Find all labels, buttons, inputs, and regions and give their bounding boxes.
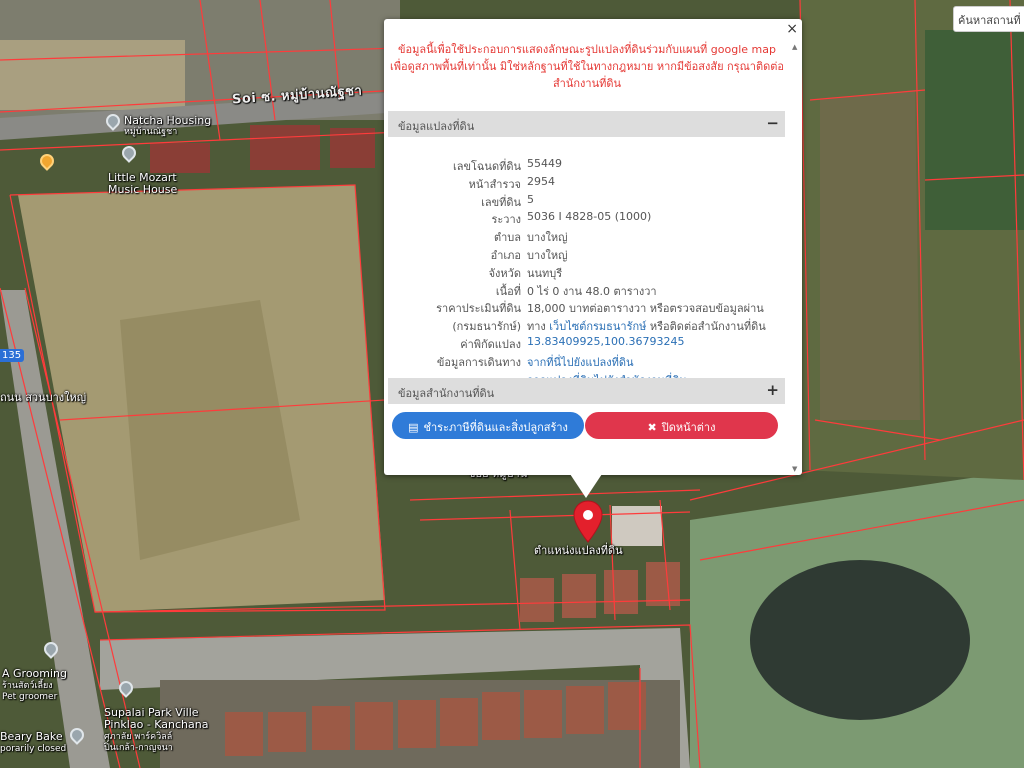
place-sublabel-grooming-2: Pet groomer xyxy=(2,692,58,702)
close-window-label: ปิดหน้าต่าง xyxy=(661,421,716,434)
info-value: จากที่นี่ไปยังแปลงที่ดิน xyxy=(527,353,633,371)
place-label-mozart-2: Music House xyxy=(108,183,178,196)
scroll-up-icon[interactable]: ▲ xyxy=(792,43,797,51)
section-land-office-header[interactable]: ข้อมูลสำนักงานที่ดิน + xyxy=(388,378,785,404)
disclaimer-notice: ข้อมูลนี้เพื่อใช้ประกอบการแสดงลักษณะรูปแ… xyxy=(389,43,785,90)
info-row: ค่าพิกัดแปลง 13.83409925,100.36793245 xyxy=(388,335,785,353)
info-key: จังหวัด xyxy=(488,266,521,280)
collapse-icon[interactable]: − xyxy=(766,114,779,132)
close-window-button[interactable]: ✖ ปิดหน้าต่าง xyxy=(585,412,778,439)
info-link[interactable]: 13.83409925,100.36793245 xyxy=(527,335,684,348)
info-row: จังหวัด นนทบุรี xyxy=(388,264,785,282)
info-row: เลขที่ดิน 5 xyxy=(388,193,785,211)
info-value: 0 ไร่ 0 งาน 48.0 ตารางวา xyxy=(527,284,657,298)
info-row: ข้อมูลการเดินทาง จากที่นี่ไปยังแปลงที่ดิน xyxy=(388,353,785,371)
info-key: ระวาง xyxy=(491,213,521,227)
section-title: ข้อมูลแปลงที่ดิน xyxy=(398,120,475,133)
place-label-supalai-2: Pinklao - Kanchana xyxy=(104,718,209,731)
road-label-left: ถนน สวนบางใหญ่ xyxy=(0,391,87,404)
info-row: เนื้อที่ 0 ไร่ 0 งาน 48.0 ตารางวา xyxy=(388,282,785,300)
land-info-popup: × ▲ ▼ ข้อมูลนี้เพื่อใช้ประกอบการแสดงลักษ… xyxy=(384,19,802,475)
scroll-down-icon[interactable]: ▼ xyxy=(792,465,797,473)
popup-scrollbar[interactable]: ▲ ▼ xyxy=(792,43,800,473)
info-row: อำเภอ บางใหญ่ xyxy=(388,246,785,264)
route-number-badge: 135 xyxy=(0,349,25,362)
info-key: ค่าพิกัดแปลง xyxy=(460,338,521,351)
info-key: อำเภอ xyxy=(490,249,521,262)
info-value-prefix: ทาง xyxy=(527,320,550,334)
info-value: 5036 I 4828-05 (1000) xyxy=(527,210,652,224)
info-row: เลขโฉนดที่ดิน 55449 xyxy=(388,157,785,175)
close-icon[interactable]: × xyxy=(786,21,798,37)
expand-icon[interactable]: + xyxy=(766,381,779,399)
info-value: 18,000 บาทต่อตารางวา หรือตรวจสอบข้อมูลผ่… xyxy=(527,302,764,316)
info-row: หน้าสำรวจ 2954 xyxy=(388,175,785,193)
info-value: 2954 xyxy=(527,174,555,188)
info-key: เลขที่ดิน xyxy=(481,195,521,209)
pay-land-tax-button[interactable]: ▤ ชำระภาษีที่ดินและสิ่งปลูกสร้าง xyxy=(392,412,584,439)
place-sublabel-supalai-2: ปิ่นเกล้า-กาญจนา xyxy=(104,743,173,753)
info-row: ราคาประเมินที่ดิน 18,000 บาทต่อตารางวา หร… xyxy=(388,299,785,317)
info-key: เนื้อที่ xyxy=(495,284,521,298)
info-key: หน้าสำรวจ xyxy=(468,177,521,191)
section-land-plot-header[interactable]: ข้อมูลแปลงที่ดิน − xyxy=(388,111,785,137)
info-value: 5 xyxy=(527,192,534,206)
info-value: นนทบุรี xyxy=(527,266,563,280)
place-label-natcha[interactable]: Natcha Housing xyxy=(124,115,211,127)
info-link[interactable]: เว็บไซต์กรมธนารักษ์ xyxy=(549,320,646,333)
info-row: ตำบล บางใหญ่ xyxy=(388,228,785,246)
info-link[interactable]: จากที่นี่ไปยังแปลงที่ดิน xyxy=(527,356,633,369)
info-key: (กรมธนารักษ์) xyxy=(452,320,521,334)
pay-land-tax-label: ชำระภาษีที่ดินและสิ่งปลูกสร้าง xyxy=(423,421,568,434)
info-value: บางใหญ่ xyxy=(527,231,568,245)
place-label-grooming[interactable]: A Grooming xyxy=(2,668,67,680)
info-value-suffix: หรือติดต่อสำนักงานที่ดิน xyxy=(646,320,766,334)
info-value: 55449 xyxy=(527,157,562,170)
place-sublabel-grooming: ร้านสัตว์เลี้ยง xyxy=(2,681,53,691)
info-key: ตำบล xyxy=(493,231,521,245)
place-sublabel-supalai: ศุภาลัย พาร์ควิลล์ xyxy=(104,732,173,742)
info-value: 13.83409925,100.36793245 xyxy=(527,335,684,348)
place-label-beary[interactable]: Beary Bake xyxy=(0,731,63,743)
section-title: ข้อมูลสำนักงานที่ดิน xyxy=(398,387,495,400)
info-row: ระวาง 5036 I 4828-05 (1000) xyxy=(388,210,785,228)
info-key: เลขโฉนดที่ดิน xyxy=(453,160,521,173)
info-value: ทาง เว็บไซต์กรมธนารักษ์ หรือติดต่อสำนักง… xyxy=(527,317,766,335)
search-input[interactable]: ค้นหาสถานที่ xyxy=(953,6,1024,32)
place-sublabel-beary: porarily closed xyxy=(0,744,67,754)
place-sublabel-natcha: หมู่บ้านณัฐชา xyxy=(124,127,178,137)
info-row: (กรมธนารักษ์) ทาง เว็บไซต์กรมธนารักษ์ หรื… xyxy=(388,317,785,335)
close-icon: ✖ xyxy=(647,421,657,434)
marker-caption: ตำแหน่งแปลงที่ดิน xyxy=(534,544,623,557)
info-key: ราคาประเมินที่ดิน xyxy=(436,302,521,316)
list-icon: ▤ xyxy=(408,421,419,434)
popup-pointer xyxy=(570,474,602,498)
info-value: บางใหญ่ xyxy=(527,249,568,262)
info-key: ข้อมูลการเดินทาง xyxy=(436,355,521,369)
land-plot-marker-icon[interactable] xyxy=(573,500,603,544)
